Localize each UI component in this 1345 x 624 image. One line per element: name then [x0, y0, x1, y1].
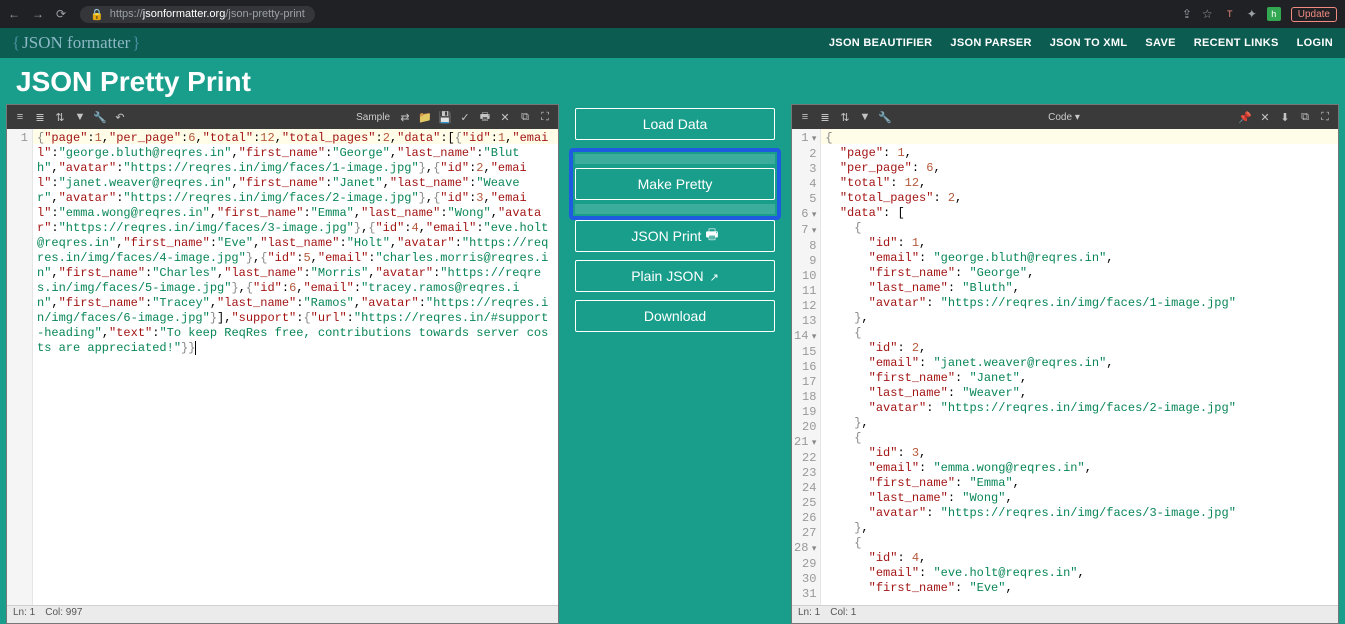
puzzle-icon[interactable]: ✦	[1247, 7, 1257, 21]
mode-selector[interactable]: Code ▾	[1048, 112, 1080, 123]
copy-icon[interactable]: ⧉	[1298, 111, 1312, 124]
repair-icon[interactable]: 🔧	[93, 111, 107, 124]
input-editor: ≡ ≣ ⇅ ▼ 🔧 ↶ Sample ⇄ 📁 💾 ✓ 🖶 ✕ ⧉ ⛶ 1 {"p…	[6, 104, 559, 624]
browser-chrome: ← → ⟳ 🔒 https://jsonformatter.org/json-p…	[0, 0, 1345, 28]
nav-link-login[interactable]: LOGIN	[1297, 37, 1333, 49]
output-editor: ≡ ≣ ⇅ ▼ 🔧 Code ▾ 📌 ✕ ⬇ ⧉ ⛶ 1▾23456▾7▾891…	[791, 104, 1339, 624]
input-code-body[interactable]: 1 {"page":1,"per_page":6,"total":12,"tot…	[7, 129, 558, 605]
update-button[interactable]: Update	[1291, 7, 1337, 22]
print-icon: 🖶	[705, 224, 718, 248]
output-code-body[interactable]: 1▾23456▾7▾891011121314▾15161718192021▾22…	[792, 129, 1338, 605]
external-link-icon	[708, 268, 719, 284]
pin-icon[interactable]: 📌	[1238, 111, 1252, 124]
fullscreen-icon[interactable]: ⛶	[1318, 111, 1332, 124]
nav-link-save[interactable]: SAVE	[1145, 37, 1175, 49]
page-title: JSON Pretty Print	[0, 58, 1345, 104]
address-bar[interactable]: 🔒 https://jsonformatter.org/json-pretty-…	[80, 6, 315, 23]
back-icon[interactable]: ←	[8, 7, 20, 21]
download-icon[interactable]: ⬇	[1278, 111, 1292, 124]
clear-icon[interactable]: ✕	[498, 111, 512, 124]
site-logo[interactable]: { JSON formatter }	[12, 33, 140, 53]
nav-link-recent-links[interactable]: RECENT LINKS	[1194, 37, 1279, 49]
make-pretty-button[interactable]: Make Pretty	[575, 168, 775, 200]
nav-links: JSON BEAUTIFIER JSON PARSER JSON TO XML SAV…	[829, 37, 1333, 49]
sample-label[interactable]: Sample	[356, 112, 390, 123]
main-content: ≡ ≣ ⇅ ▼ 🔧 ↶ Sample ⇄ 📁 💾 ✓ 🖶 ✕ ⧉ ⛶ 1 {"p…	[0, 104, 1345, 624]
fullscreen-icon[interactable]: ⛶	[538, 111, 552, 124]
sort-icon[interactable]: ⇅	[53, 111, 67, 124]
copy-icon[interactable]: ⧉	[518, 111, 532, 124]
site-header: { JSON formatter } JSON BEAUTIFIER JSON P…	[0, 28, 1345, 58]
output-status-bar: Ln: 1 Col: 1	[792, 605, 1338, 623]
share-icon[interactable]: ⇪	[1182, 7, 1192, 21]
output-toolbar: ≡ ≣ ⇅ ▼ 🔧 Code ▾ 📌 ✕ ⬇ ⧉ ⛶	[792, 105, 1338, 129]
json-print-button[interactable]: JSON Print🖶	[575, 220, 775, 252]
nav-link-json-parser[interactable]: JSON PARSER	[950, 37, 1031, 49]
sort-icon[interactable]: ⇅	[838, 111, 852, 124]
download-button[interactable]: Download	[575, 300, 775, 332]
check-icon[interactable]: ✓	[458, 111, 472, 124]
input-toolbar: ≡ ≣ ⇅ ▼ 🔧 ↶ Sample ⇄ 📁 💾 ✓ 🖶 ✕ ⧉ ⛶	[7, 105, 558, 129]
link-icon[interactable]: ⇄	[398, 111, 412, 124]
forward-icon[interactable]: →	[32, 7, 44, 21]
reload-icon[interactable]: ⟳	[56, 7, 66, 21]
print-icon[interactable]: 🖶	[478, 108, 492, 127]
highlighted-actions: Make Pretty	[569, 148, 781, 220]
filter-icon[interactable]: ▼	[858, 111, 872, 123]
compact-icon[interactable]: ≣	[818, 111, 832, 124]
save-icon[interactable]: 💾	[438, 111, 452, 124]
filter-icon[interactable]: ▼	[73, 111, 87, 123]
extension-t-icon[interactable]: T	[1223, 7, 1237, 21]
action-column: Load Data Make Pretty JSON Print🖶 Plain …	[559, 104, 791, 624]
lock-icon: 🔒	[90, 8, 104, 21]
star-icon[interactable]: ☆	[1202, 7, 1213, 21]
nav-link-json-beautifier[interactable]: JSON BEAUTIFIER	[829, 37, 933, 49]
repair-icon[interactable]: 🔧	[878, 111, 892, 124]
folder-icon[interactable]: 📁	[418, 111, 432, 124]
input-status-bar: Ln: 1 Col: 997	[7, 605, 558, 623]
plain-json-button[interactable]: Plain JSON	[575, 260, 775, 292]
clear-icon[interactable]: ✕	[1258, 111, 1272, 124]
nav-link-json-to-xml[interactable]: JSON TO XML	[1050, 37, 1128, 49]
format-icon[interactable]: ≡	[798, 111, 812, 123]
compact-icon[interactable]: ≣	[33, 111, 47, 124]
format-icon[interactable]: ≡	[13, 111, 27, 123]
extension-h-icon[interactable]: h	[1267, 7, 1281, 21]
undo-icon[interactable]: ↶	[113, 111, 127, 124]
load-data-button[interactable]: Load Data	[575, 108, 775, 140]
